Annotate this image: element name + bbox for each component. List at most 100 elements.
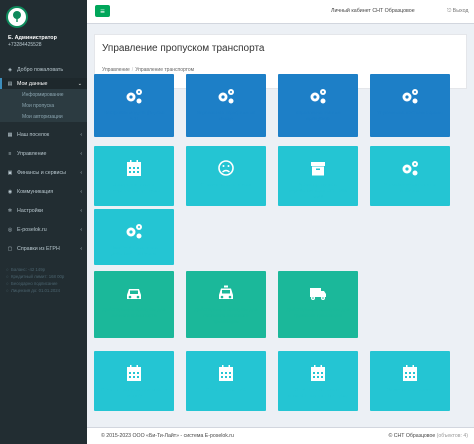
bell-icon: ◉ [7,188,13,195]
calendar-grid-icon [124,363,144,383]
page-title: Управление пропуском транспорта [102,43,265,54]
tile-label: Отчет о событиях по конкретному автопроп… [287,388,349,399]
gears-icon [216,86,236,106]
logout-label: Выход [452,8,469,14]
taxi-icon [216,283,236,303]
tile-button[interactable]: Отчет о пропуске транспорта за дату [94,351,174,411]
calendar-grid-icon [308,363,328,383]
tile-label: Отчет о событиях [205,388,247,393]
avatar[interactable] [6,6,28,28]
tile-button[interactable]: Отчет о событиях [186,351,266,411]
sidebar-submenu: Информирование Мои пропуска Мои авториза… [0,89,87,122]
gears-icon [124,86,144,106]
sidebar-item-management[interactable]: ≡ Управление ‹ [0,144,87,163]
sidebar-toggle-button[interactable]: ≡ [95,5,110,17]
license-text: ○ Лицензия до: 01.01.2024 [6,288,61,293]
sidebar-item-my-data[interactable]: ▤ Мои данные ⌄ [0,78,87,89]
sidebar-item-settings[interactable]: ✲ Настройки ‹ [0,201,87,220]
sidebar-subitem[interactable]: Мои авторизации [0,111,87,122]
tile-button[interactable]: Управление тарифами на въезд [186,74,266,137]
sidebar-item-label: Наш поселок [17,131,50,138]
sidebar-item-finance[interactable]: ▣ Финансы и сервисы ‹ [0,163,87,182]
sidebar-subitem[interactable]: Мои пропуска [0,100,87,111]
signing-text: ○ Беседарно подписание [6,281,58,286]
tile-label: Настройки модуля (версия 5.1) [103,111,165,122]
tile-button[interactable]: Отчет о событиях по конкретному автопроп… [278,351,358,411]
tile-button[interactable]: Архив пропусков, недействующих 120 - 365… [278,146,358,206]
gear-icon: ✲ [7,207,13,214]
account-link[interactable]: Личный кабинет СНТ Образцовое [331,8,415,14]
breadcrumb: Управление / Управление транспортом [102,67,195,73]
main-content: Управление пропуском транспорта Управлен… [87,24,474,427]
tile-label: Действующие пропуска для грузового транс… [286,308,350,319]
tile-button[interactable]: Настройки модуля (версия 5.1) [94,74,174,137]
chevron-left-icon: ‹ [80,188,82,195]
sidebar-subitem-label: Мои пропуска [22,102,55,109]
sidebar-item-e-poselok[interactable]: ◎ E-poselok.ru ‹ [0,220,87,239]
tile-label: Действующие пропуска для гостевого легко… [194,308,258,325]
breadcrumb-item[interactable]: Управление [102,67,130,73]
sidebar-item-label: Мои данные [17,80,48,87]
sidebar-item-village[interactable]: ▦ Наш поселок ‹ [0,125,87,144]
tile-label: Действующие пропуска для личного транспо… [102,308,166,319]
tile-label: Завершившиеся и исчерпанные пропуска [107,183,160,194]
tile-button[interactable]: Завершившиеся и исчерпанные пропуска [94,146,174,206]
sidebar-subitem[interactable]: Информирование [0,89,87,100]
calendar-icon [124,158,144,178]
calendar-grid-icon [216,363,236,383]
tile-button[interactable]: Экран Поста охраны [370,351,450,411]
tile-label: Пакетное продление действия пропусков [110,246,158,257]
chevron-left-icon: ‹ [80,226,82,233]
sidebar-item-communication[interactable]: ◉ Коммуникация ‹ [0,182,87,201]
user-phone: +73284425528 [8,42,42,48]
sidebar-item-egrn[interactable]: ▢ Справки из ЕГРН ‹ [0,239,87,258]
sidebar-item-label: Коммуникация [17,188,54,195]
tile-button[interactable]: Управление каталогом номеров [370,146,450,206]
chevron-left-icon: ‹ [80,150,82,157]
tile-button[interactable]: Действующие пропуска для гостевого легко… [186,271,266,338]
site-note: (объектов: 4) [436,433,468,439]
chevron-left-icon: ‹ [80,131,82,138]
tile-label: Управление каталогом номеров [384,183,436,194]
sidebar-item-label: Настройки [17,207,43,214]
gears-icon [400,158,420,178]
tile-label: Управление типами пропусков [295,111,341,122]
sidebar-info: ○ Баланс: -42 149р ○ Кредитный лимит: 168 … [0,264,87,296]
tile-label: Архив пропусков, недействующих 120 - 365… [288,183,348,200]
tile-button[interactable]: Управление постами охраны [370,74,450,137]
tile-button[interactable]: Отмененные пропуска [186,146,266,206]
sidebar-item-label: E-poselok.ru [17,226,47,233]
tile-button[interactable]: Пакетное продление действия пропусков [94,209,174,265]
calendar-grid-icon [400,363,420,383]
sidebar-item-label: Финансы и сервисы [17,169,66,176]
top-navbar: ≡ Личный кабинет СНТ Образцовое ⎋ Выход [87,0,474,24]
sliders-icon: ≡ [8,150,12,157]
user-name: Е. Администратор [8,35,57,41]
breadcrumb-item: Управление транспортом [135,67,195,73]
sidebar-item-label: Справки из ЕГРН [17,245,60,252]
tree-icon [13,11,21,22]
sidebar-item-welcome[interactable]: ◈ Добро пожаловать [0,64,87,75]
hamburger-icon: ≡ [100,6,105,16]
tile-button[interactable]: Действующие пропуска для личного транспо… [94,271,174,338]
document-icon: ▢ [7,245,13,252]
chevron-left-icon: ‹ [80,169,82,176]
sidebar-item-label: Добро пожаловать [17,66,64,73]
archive-icon [308,158,328,178]
site-info: © СНТ Образцовое (объектов: 4) [388,433,468,439]
site-name: © СНТ Образцовое [388,433,436,439]
dashboard-icon: ◈ [8,66,12,73]
globe-icon: ◎ [7,226,13,233]
tile-button[interactable]: Действующие пропуска для грузового транс… [278,271,358,338]
sidebar-subitem-label: Мои авторизации [22,113,63,120]
chevron-left-icon: ‹ [80,207,82,214]
tile-button[interactable]: Управление типами пропусков [278,74,358,137]
footer: © 2015-2023 ООО «Би-Ти-Лайт» - система E… [87,427,474,444]
sidebar-subitem-label: Информирование [22,91,64,98]
logout-link[interactable]: ⎋ Выход [447,8,469,15]
gears-icon [308,86,328,106]
sidebar: Е. Администратор +73284425528 ◈ Добро по… [0,0,87,444]
gears-icon [124,221,144,241]
chevron-down-icon: ⌄ [77,80,82,87]
balance-text: ○ Баланс: -42 149р [6,267,45,272]
